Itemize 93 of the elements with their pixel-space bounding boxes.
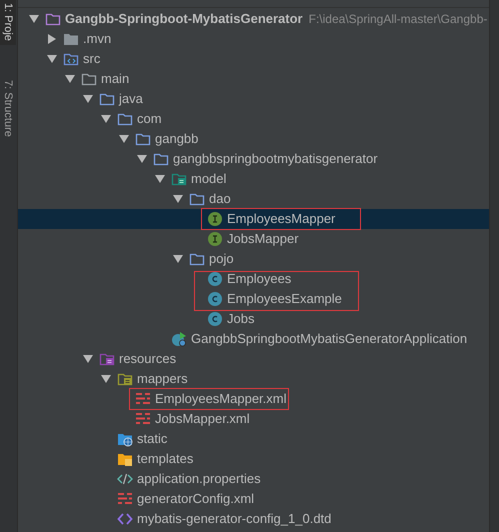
tree-row[interactable]: pojo	[18, 249, 489, 269]
tree-row[interactable]: resources	[18, 349, 489, 369]
folder-icon	[135, 131, 151, 147]
resources-folder-icon	[99, 351, 115, 367]
source-folder-icon	[63, 51, 79, 67]
tree-row[interactable]: .mvn	[18, 29, 489, 49]
node-label: EmployeesExample	[227, 290, 342, 308]
tree-row[interactable]: GangbbSpringbootMybatisGeneratorApplication	[18, 329, 489, 349]
template-folder-icon	[117, 451, 133, 467]
tree-row[interactable]: gangbb	[18, 129, 489, 149]
node-label: dao	[209, 190, 231, 208]
collapse-arrow-icon[interactable]	[173, 255, 183, 263]
node-label: templates	[137, 450, 194, 468]
tree-row[interactable]: Gangbb-Springboot-MybatisGenerator F:\idea\SpringAll-master\Gangbb-	[18, 9, 489, 29]
node-label: pojo	[209, 250, 234, 268]
expand-arrow-icon[interactable]	[48, 34, 56, 44]
node-label: src	[83, 50, 100, 68]
tree-row[interactable]: main	[18, 69, 489, 89]
resources-folder-icon	[117, 371, 133, 387]
node-label: gangbbspringbootmybatisgenerator	[173, 150, 378, 168]
tree-row[interactable]: com	[18, 109, 489, 129]
tree-row[interactable]: EmployeesMapper.xml	[18, 389, 489, 409]
node-label: application.properties	[137, 470, 261, 488]
node-label: JobsMapper	[227, 230, 299, 248]
tree-row[interactable]: EmployeesMapper	[18, 209, 489, 229]
node-label: com	[137, 110, 162, 128]
tree-row[interactable]: src	[18, 49, 489, 69]
node-label: gangbb	[155, 130, 198, 148]
folder-icon	[153, 151, 169, 167]
tree-row[interactable]: gangbbspringbootmybatisgenerator	[18, 149, 489, 169]
node-label: JobsMapper.xml	[155, 410, 250, 428]
tree-row[interactable]: model	[18, 169, 489, 189]
interface-icon	[207, 211, 223, 227]
class-icon	[207, 311, 223, 327]
folder-icon	[63, 31, 79, 47]
node-label: .mvn	[83, 30, 112, 48]
node-label: java	[119, 90, 143, 108]
node-label: resources	[119, 350, 176, 368]
interface-icon	[207, 231, 223, 247]
collapse-arrow-icon[interactable]	[65, 75, 75, 83]
node-label: GangbbSpringbootMybatisGeneratorApplication	[191, 330, 468, 348]
collapse-arrow-icon[interactable]	[83, 355, 93, 363]
collapse-arrow-icon[interactable]	[137, 155, 147, 163]
tree-row[interactable]: JobsMapper	[18, 229, 489, 249]
folder-icon	[189, 251, 205, 267]
web-folder-icon	[117, 431, 133, 447]
code-file-icon	[117, 471, 133, 487]
collapse-arrow-icon[interactable]	[101, 375, 111, 383]
collapse-arrow-icon[interactable]	[47, 55, 57, 63]
tree-row[interactable]: mappers	[18, 369, 489, 389]
collapse-arrow-icon[interactable]	[119, 135, 129, 143]
tree-row[interactable]: Employees	[18, 269, 489, 289]
node-label: model	[191, 170, 226, 188]
node-label: main	[101, 70, 130, 88]
class-run-icon	[171, 331, 187, 347]
xml-file-icon	[135, 391, 151, 407]
project-path: F:\idea\SpringAll-master\Gangbb-	[308, 11, 488, 28]
folder-icon	[99, 91, 115, 107]
tree-row[interactable]: JobsMapper.xml	[18, 409, 489, 429]
node-label: generatorConfig.xml	[137, 490, 254, 508]
tree-row[interactable]: Jobs	[18, 309, 489, 329]
xml-file-icon	[135, 411, 151, 427]
node-label: Jobs	[227, 310, 254, 328]
tree-row[interactable]: static	[18, 429, 489, 449]
tree-row[interactable]: mybatis-generator-config_1_0.dtd	[18, 509, 489, 529]
collapse-arrow-icon[interactable]	[101, 115, 111, 123]
tree-row[interactable]: java	[18, 89, 489, 109]
tool-window-tab[interactable]: 1: Proje	[0, 0, 16, 45]
code-file-icon	[117, 511, 133, 527]
folder-icon	[117, 111, 133, 127]
tree-row[interactable]: templates	[18, 449, 489, 469]
collapse-arrow-icon[interactable]	[83, 95, 93, 103]
folder-icon	[45, 11, 61, 27]
node-label: static	[137, 430, 168, 448]
folder-icon	[189, 191, 205, 207]
class-icon	[207, 271, 223, 287]
tree-row[interactable]: dao	[18, 189, 489, 209]
folder-icon	[81, 71, 97, 87]
node-label: Employees	[227, 270, 292, 288]
collapse-arrow-icon[interactable]	[155, 175, 165, 183]
module-folder-icon	[171, 171, 187, 187]
tree-row[interactable]: application.properties	[18, 469, 489, 489]
node-label: mappers	[137, 370, 188, 388]
node-label: EmployeesMapper	[227, 210, 336, 228]
collapse-arrow-icon[interactable]	[29, 15, 39, 23]
node-label: EmployeesMapper.xml	[155, 390, 286, 408]
class-icon	[207, 291, 223, 307]
collapse-arrow-icon[interactable]	[173, 195, 183, 203]
tree-row[interactable]: EmployeesExample	[18, 289, 489, 309]
node-label: mybatis-generator-config_1_0.dtd	[137, 510, 332, 528]
node-label: Gangbb-Springboot-MybatisGenerator	[65, 10, 303, 28]
xml-file-icon	[117, 491, 133, 507]
tree-row[interactable]: generatorConfig.xml	[18, 489, 489, 509]
